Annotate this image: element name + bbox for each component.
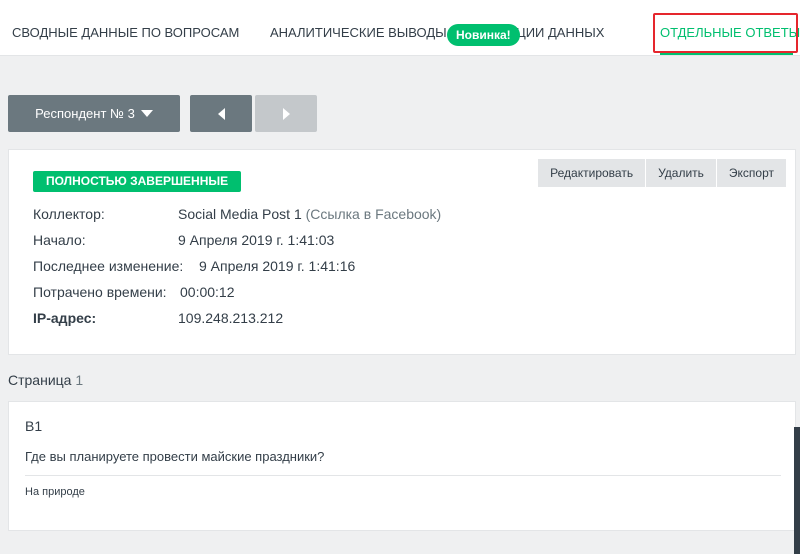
question-divider bbox=[25, 475, 781, 476]
time-spent-row: Потрачено времени: 00:00:12 bbox=[33, 284, 235, 300]
question-number: В1 bbox=[25, 418, 43, 434]
question-text: Где вы планируете провести майские празд… bbox=[25, 449, 325, 464]
collector-label: Коллектор: bbox=[33, 206, 105, 222]
page-scrollbar[interactable] bbox=[794, 427, 800, 554]
modified-row: Последнее изменение: 9 Апреля 2019 г. 1:… bbox=[33, 258, 355, 274]
next-respondent-button[interactable] bbox=[255, 95, 317, 132]
new-badge: Новинка! bbox=[447, 24, 520, 46]
start-row: Начало: 9 Апреля 2019 г. 1:41:03 bbox=[33, 232, 334, 248]
collector-row: Коллектор: Social Media Post 1 (Ссылка в… bbox=[33, 206, 441, 222]
collector-type: (Ссылка в Facebook) bbox=[305, 206, 442, 222]
ip-label: IP-адрес: bbox=[33, 310, 97, 326]
ip-row: IP-адрес: 109.248.213.212 bbox=[33, 310, 283, 326]
previous-respondent-button[interactable] bbox=[190, 95, 252, 132]
modified-value: 9 Апреля 2019 г. 1:41:16 bbox=[199, 258, 356, 274]
response-actions: Редактировать Удалить Экспорт bbox=[538, 159, 786, 187]
respondent-dropdown-button[interactable]: Респондент № 3 bbox=[8, 95, 180, 132]
active-tab-underline bbox=[660, 52, 793, 55]
time-spent-value: 00:00:12 bbox=[180, 284, 235, 300]
start-label: Начало: bbox=[33, 232, 86, 248]
modified-label: Последнее изменение: bbox=[33, 258, 184, 274]
delete-button[interactable]: Удалить bbox=[646, 159, 717, 187]
time-spent-label: Потрачено времени: bbox=[33, 284, 167, 300]
collector-name: Social Media Post 1 bbox=[178, 206, 302, 222]
question-answer: На природе bbox=[25, 486, 85, 498]
top-navigation: СВОДНЫЕ ДАННЫЕ ПО ВОПРОСАМ АНАЛИТИЧЕСКИЕ… bbox=[0, 0, 800, 56]
tab-data-trends[interactable]: АНАЛИТИЧЕСКИЕ ВЫВОДЫ И ТЕНДЕНЦИИ ДАННЫХ bbox=[270, 0, 604, 56]
status-badge: ПОЛНОСТЬЮ ЗАВЕРШЕННЫЕ bbox=[33, 171, 242, 192]
tab-question-summaries[interactable]: СВОДНЫЕ ДАННЫЕ ПО ВОПРОСАМ bbox=[12, 0, 239, 56]
question-card: В1 Где вы планируете провести майские пр… bbox=[8, 401, 796, 531]
respondent-label: Респондент № 3 bbox=[35, 106, 135, 121]
start-value: 9 Апреля 2019 г. 1:41:03 bbox=[178, 232, 335, 248]
page-label-text: Страница bbox=[8, 372, 72, 388]
page-label: Страница 1 bbox=[8, 372, 83, 388]
edit-button[interactable]: Редактировать bbox=[538, 159, 647, 187]
export-button[interactable]: Экспорт bbox=[716, 159, 786, 187]
collector-value: Social Media Post 1 (Ссылка в Facebook) bbox=[178, 206, 441, 222]
caret-down-icon bbox=[140, 110, 153, 117]
ip-value: 109.248.213.212 bbox=[178, 310, 284, 326]
tab-individual-responses[interactable]: ОТДЕЛЬНЫЕ ОТВЕТЫ bbox=[660, 0, 800, 56]
page-number: 1 bbox=[75, 372, 84, 388]
response-metadata-card: ПОЛНОСТЬЮ ЗАВЕРШЕННЫЕ Редактировать Удал… bbox=[8, 149, 796, 355]
chevron-right-icon bbox=[282, 107, 290, 120]
chevron-left-icon bbox=[217, 107, 225, 120]
